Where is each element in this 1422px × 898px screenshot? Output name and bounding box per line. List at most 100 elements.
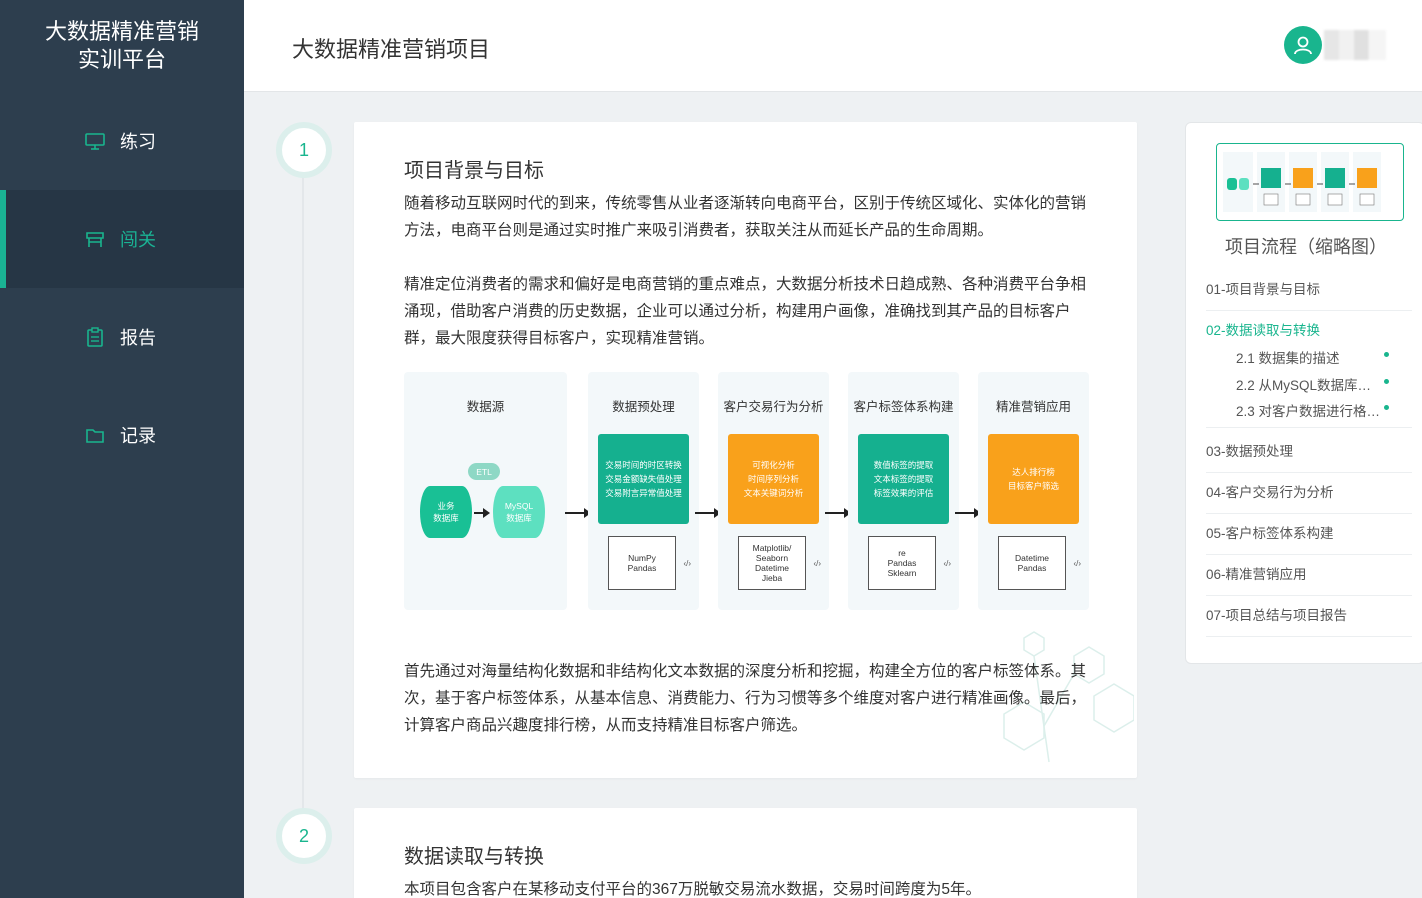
tool-label: Datetime (754, 563, 789, 573)
folder-icon (86, 429, 104, 443)
process-line: 时间序列分析 (747, 474, 799, 484)
tool-label: Pandas (1017, 563, 1047, 573)
arrow-icon (695, 508, 721, 518)
sidebar-item-label: 闯关 (120, 230, 156, 250)
outline-item-06[interactable]: 06-精准营销应用 (1206, 563, 1412, 596)
arrow-icon (474, 508, 490, 518)
sidebar-item-label: 报告 (120, 328, 156, 348)
process-line: 文本标签的提取 (873, 474, 934, 484)
monitor-icon (85, 133, 105, 150)
tool-label: Pandas (627, 563, 657, 573)
brand-line1: 大数据精准营销 (44, 19, 199, 44)
process-line: 交易附言异常值处理 (605, 488, 682, 498)
section-title: 数据读取与转换 (404, 846, 544, 868)
etl-badge: ETL (468, 463, 500, 480)
code-icon: ‹/› (943, 559, 951, 568)
outline-subitem-2-3[interactable]: 2.3 对客户数据进行格… (1236, 400, 1396, 420)
tool-label: re (898, 548, 906, 558)
clipboard-icon (87, 327, 103, 347)
flag-icon (86, 232, 104, 247)
step-number-1: 1 (276, 122, 332, 178)
outline-item-05[interactable]: 05-客户标签体系构建 (1206, 522, 1412, 555)
tool-label: Sklearn (887, 568, 917, 578)
process-box: 达人排行榜 目标客户筛选 (988, 434, 1079, 524)
tool-label: Jieba (761, 573, 783, 583)
database-icon: 业务 数据库 (420, 486, 472, 538)
step-card-1: 项目背景与目标 随着移动互联网时代的到来，传统零售从业者逐渐转向电商平台，区别于… (354, 122, 1137, 778)
tool-label: Matplotlib/ (752, 543, 792, 553)
code-icon: ‹/› (813, 559, 821, 568)
paragraph: 本项目包含客户在某移动支付平台的367万脱敏交易流水数据，交易时间跨度为5年。 (404, 881, 981, 898)
arrow-icon (565, 508, 591, 518)
avatar[interactable] (1284, 26, 1322, 64)
divider (1206, 427, 1412, 428)
outline-item-01[interactable]: 01-项目背景与目标 (1206, 278, 1412, 311)
page-title: 大数据精准营销项目 (292, 37, 491, 62)
tools-document: Datetime Pandas ‹/› (998, 536, 1081, 590)
sidebar-item-label: 记录 (120, 426, 156, 446)
status-dot-icon (1384, 379, 1389, 384)
process-line: 文本关键词分析 (743, 488, 804, 498)
paragraph: 首先通过对海量结构化数据和非结构化文本数据的深度分析和挖掘，构建全方位的客户标签… (404, 663, 1087, 734)
step-card-2: 数据读取与转换 本项目包含客户在某移动支付平台的367万脱敏交易流水数据，交易时… (354, 808, 1137, 898)
process-box: 交易时间的时区转换 交易金额缺失值处理 交易附言异常值处理 (598, 434, 689, 524)
diagram-column-tag-system: 客户标签体系构建 数值标签的提取 文本标签的提取 标签效果的评估 re Pand… (848, 372, 959, 610)
tools-document: NumPy Pandas ‹/› (608, 536, 691, 590)
tool-label: Seaborn (755, 553, 789, 563)
tool-label: Pandas (887, 558, 917, 568)
process-line: 达人排行榜 (1012, 467, 1055, 477)
paragraph: 随着移动互联网时代的到来，传统零售从业者逐渐转向电商平台，区别于传统区域化、实体… (404, 195, 1087, 239)
process-line: 可视化分析 (752, 460, 795, 470)
brand: 大数据精准营销 实训平台 (0, 0, 244, 92)
paragraph: 精准定位消费者的需求和偏好是电商营销的重点难点，大数据分析技术日趋成熟、各种消费… (404, 276, 1087, 347)
outline-subitem-2-1[interactable]: 2.1 数据集的描述 (1236, 347, 1396, 367)
code-icon: ‹/› (683, 559, 691, 568)
step-number-2: 2 (276, 808, 332, 864)
sidebar-item-practice[interactable]: 练习 (0, 92, 244, 190)
flow-thumbnail[interactable] (1216, 143, 1404, 221)
outline-subitem-2-2[interactable]: 2.2 从MySQL数据库… (1236, 374, 1396, 394)
status-dot-icon (1384, 352, 1389, 357)
flow-thumbnail-image (1223, 152, 1381, 212)
outline-panel: 项目流程（缩略图） 01-项目背景与目标 02-数据读取与转换 2.1 数据集的… (1185, 122, 1422, 664)
process-line: 数值标签的提取 (873, 460, 934, 470)
tools-document: re Pandas Sklearn ‹/› (868, 536, 951, 590)
timeline-line (302, 170, 304, 810)
arrow-icon (825, 508, 851, 518)
user-icon (1294, 36, 1312, 55)
mysql-database-icon: MySQL 数据库 (493, 486, 545, 538)
process-line: 标签效果的评估 (873, 488, 934, 498)
code-icon: ‹/› (1073, 559, 1081, 568)
tool-label: Datetime (1014, 553, 1049, 563)
diagram-column-preprocess: 数据预处理 交易时间的时区转换 交易金额缺失值处理 交易附言异常值处理 NumP… (588, 372, 699, 610)
outline-title: 项目流程（缩略图） (1225, 237, 1387, 257)
process-box: 数值标签的提取 文本标签的提取 标签效果的评估 (858, 434, 949, 524)
brand-line2: 实训平台 (77, 47, 166, 72)
column-title: 客户交易行为分析 (723, 400, 824, 414)
header: 大数据精准营销项目 (244, 0, 1422, 92)
process-box: 可视化分析 时间序列分析 文本关键词分析 (728, 434, 819, 524)
column-title: 精准营销应用 (995, 400, 1071, 414)
sidebar: 大数据精准营销 实训平台 练习 闯关 报告 记录 (0, 0, 244, 898)
tool-label: NumPy (628, 553, 656, 563)
column-title: 数据预处理 (612, 400, 675, 414)
process-line: 交易金额缺失值处理 (605, 474, 682, 484)
diagram-column-source: 数据源 ETL 业务 数据库 MySQL 数据库 (404, 372, 567, 610)
column-title: 数据源 (466, 400, 505, 414)
diagram-column-marketing-app: 精准营销应用 达人排行榜 目标客户筛选 Datetime Pandas ‹/› (978, 372, 1089, 610)
process-line: 交易时间的时区转换 (605, 460, 682, 470)
outline-item-03[interactable]: 03-数据预处理 (1206, 440, 1412, 473)
arrow-icon (955, 508, 981, 518)
sidebar-item-label: 练习 (120, 132, 156, 152)
outline-item-04[interactable]: 04-客户交易行为分析 (1206, 481, 1412, 514)
outline-item-07[interactable]: 07-项目总结与项目报告 (1206, 604, 1412, 637)
sidebar-item-challenge[interactable]: 闯关 (0, 190, 244, 288)
section-title: 项目背景与目标 (404, 160, 544, 182)
status-dot-icon (1384, 405, 1389, 410)
process-line: 目标客户筛选 (1007, 481, 1059, 491)
sidebar-item-report[interactable]: 报告 (0, 288, 244, 386)
username-blurred[interactable] (1324, 30, 1386, 60)
column-title: 客户标签体系构建 (853, 400, 954, 414)
flow-diagram: 数据源 ETL 业务 数据库 MySQL 数据库 数据预处理 交易时间的时区转换… (404, 372, 1089, 610)
sidebar-item-records[interactable]: 记录 (0, 386, 244, 484)
